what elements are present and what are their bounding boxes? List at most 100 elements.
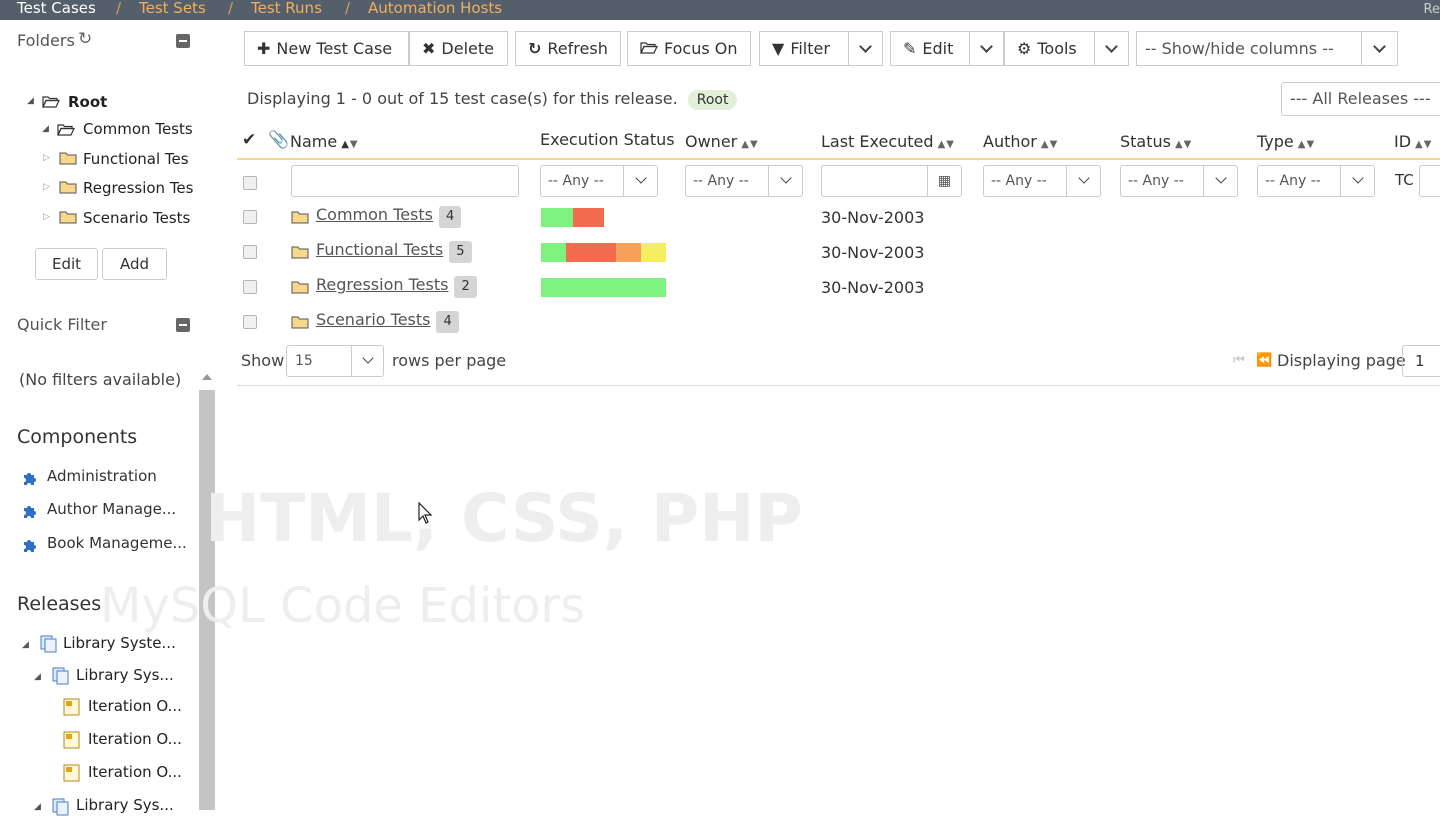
tools-dropdown-button[interactable] — [1094, 31, 1129, 66]
component-item-administration[interactable]: Administration — [47, 467, 157, 485]
focus-on-button[interactable]: Focus On — [627, 31, 751, 66]
last-executed-filter-input[interactable]: ▦ — [821, 165, 962, 197]
last-executed-cell: 30-Nov-2003 — [821, 278, 925, 297]
execution-segment-passed — [541, 243, 566, 262]
nav-automation-hosts[interactable]: Automation Hosts — [368, 0, 502, 17]
release-expand-arrow-icon[interactable]: ◢ — [34, 672, 41, 682]
id-filter-input[interactable] — [1419, 165, 1440, 197]
iteration-item-2[interactable]: Iteration O... — [88, 730, 182, 748]
chevron-down-icon — [1105, 40, 1118, 53]
nav-test-cases[interactable]: Test Cases — [17, 0, 96, 17]
collapse-quick-filter-button[interactable] — [176, 318, 190, 332]
column-header-author[interactable]: Author ▲▼ — [983, 132, 1058, 151]
folder-edit-button[interactable]: Edit — [35, 248, 98, 280]
type-filter-select[interactable]: -- Any -- — [1257, 165, 1375, 197]
execution-status-filter-select[interactable]: -- Any -- — [540, 165, 658, 197]
iteration-item-1[interactable]: Iteration O... — [88, 697, 182, 715]
sort-arrows-icon[interactable]: ▲▼ — [1298, 139, 1315, 150]
first-page-icon[interactable]: ⏮ — [1233, 345, 1245, 377]
column-header-last-executed[interactable]: Last Executed ▲▼ — [821, 132, 955, 151]
new-test-case-button[interactable]: ✚ New Test Case — [244, 31, 409, 66]
row-checkbox[interactable] — [243, 210, 257, 224]
scroll-up-arrow-icon[interactable] — [202, 374, 212, 380]
releases-select[interactable]: --- All Releases --- — [1281, 82, 1440, 116]
tree-collapse-arrow-icon[interactable]: ▷ — [43, 153, 50, 163]
refresh-icon[interactable]: ↻ — [78, 29, 92, 49]
release-icon — [40, 635, 57, 653]
filter-row-checkbox[interactable] — [243, 176, 257, 190]
folder-link-common-tests[interactable]: Common Tests — [316, 205, 433, 224]
tree-collapse-arrow-icon[interactable]: ▷ — [43, 212, 50, 222]
tools-button[interactable]: ⚙ Tools — [1004, 31, 1095, 66]
folder-add-button[interactable]: Add — [102, 248, 167, 280]
show-hide-dropdown-button[interactable] — [1361, 31, 1398, 66]
filter-button[interactable]: ▼ Filter — [759, 31, 849, 66]
folder-link-regression-tests[interactable]: Regression Tests — [316, 275, 448, 294]
tree-collapse-arrow-icon[interactable]: ▷ — [43, 182, 50, 192]
calendar-icon[interactable]: ▦ — [927, 166, 961, 196]
sort-arrows-icon[interactable]: ▲▼ — [341, 139, 358, 150]
row-checkbox[interactable] — [243, 315, 257, 329]
page-number-input[interactable]: 1 — [1402, 345, 1440, 377]
column-header-owner[interactable]: Owner ▲▼ — [685, 132, 759, 151]
edit-button[interactable]: ✎ Edit — [890, 31, 970, 66]
tree-item-scenario-tests[interactable]: Scenario Tests — [83, 209, 190, 227]
tree-item-root[interactable]: Root — [68, 93, 107, 111]
table-row: Functional Tests 5 — [316, 240, 472, 263]
tree-item-regression-tests[interactable]: Regression Tes — [83, 179, 199, 197]
column-header-status[interactable]: Status ▲▼ — [1120, 132, 1192, 151]
sort-arrows-icon[interactable]: ▲▼ — [741, 139, 758, 150]
nav-test-runs[interactable]: Test Runs — [251, 0, 322, 17]
show-hide-label: -- Show/hide columns -- — [1145, 39, 1334, 58]
sort-arrows-icon[interactable]: ▲▼ — [1041, 139, 1058, 150]
rows-per-page-select[interactable]: 15 — [286, 345, 384, 377]
sort-arrows-icon[interactable]: ▲▼ — [938, 139, 955, 150]
sort-arrows-icon[interactable]: ▲▼ — [1415, 139, 1432, 150]
nav-test-sets[interactable]: Test Sets — [139, 0, 206, 17]
select-all-check-icon[interactable]: ✔ — [242, 130, 256, 150]
column-header-name[interactable]: Name ▲▼ — [290, 132, 359, 151]
edit-dropdown-button[interactable] — [969, 31, 1004, 66]
status-filter-select[interactable]: -- Any -- — [1120, 165, 1238, 197]
tree-item-functional-tests[interactable]: Functional Tes — [83, 150, 199, 168]
row-checkbox[interactable] — [243, 280, 257, 294]
author-filter-select[interactable]: -- Any -- — [983, 165, 1101, 197]
releases-title: Releases — [17, 593, 102, 615]
nav-separator: / — [345, 0, 351, 17]
sort-arrows-icon[interactable]: ▲▼ — [1175, 139, 1192, 150]
release-item-library-system-sub[interactable]: Library Sys... — [76, 666, 174, 684]
column-header-id[interactable]: ID ▲▼ — [1394, 132, 1432, 151]
tree-item-common-tests[interactable]: Common Tests — [83, 120, 193, 138]
previous-page-icon[interactable]: ⏪ — [1256, 345, 1272, 377]
tree-expand-arrow-icon[interactable]: ◢ — [42, 124, 49, 134]
scrollbar-thumb[interactable] — [199, 390, 215, 810]
display-summary: Displaying 1 - 0 out of 15 test case(s) … — [247, 89, 738, 110]
folder-link-scenario-tests[interactable]: Scenario Tests — [316, 310, 430, 329]
release-expand-arrow-icon[interactable]: ◢ — [34, 802, 41, 812]
release-item-library-system[interactable]: Library Syste... — [63, 634, 176, 652]
folder-link-functional-tests[interactable]: Functional Tests — [316, 240, 443, 259]
collapse-folders-button[interactable] — [176, 34, 190, 48]
iteration-item-3[interactable]: Iteration O... — [88, 763, 182, 781]
root-badge: Root — [687, 90, 738, 110]
delete-label: Delete — [441, 39, 494, 58]
pager-show-label: Show — [241, 351, 285, 370]
sidebar-scrollbar[interactable] — [199, 372, 215, 810]
release-expand-arrow-icon[interactable]: ◢ — [22, 640, 29, 650]
component-item-author-management[interactable]: Author Manage... — [47, 500, 176, 518]
refresh-icon: ↻ — [528, 39, 542, 58]
component-item-book-management[interactable]: Book Manageme... — [47, 534, 187, 552]
release-item-library-system-2[interactable]: Library Sys... — [76, 796, 174, 814]
delete-button[interactable]: ✖ Delete — [409, 31, 508, 66]
column-header-type[interactable]: Type ▲▼ — [1257, 132, 1315, 151]
filter-any-label: -- Any -- — [548, 173, 604, 189]
owner-filter-select[interactable]: -- Any -- — [685, 165, 803, 197]
filter-dropdown-button[interactable] — [848, 31, 883, 66]
show-hide-columns-select[interactable]: -- Show/hide columns -- — [1136, 31, 1362, 66]
refresh-button[interactable]: ↻ Refresh — [515, 31, 621, 66]
row-checkbox[interactable] — [243, 245, 257, 259]
tree-expand-arrow-icon[interactable]: ◢ — [27, 96, 34, 106]
execution-segment-caution — [616, 243, 641, 262]
name-filter-input[interactable] — [291, 165, 519, 197]
nav-right-truncated[interactable]: Re — [1424, 1, 1440, 18]
